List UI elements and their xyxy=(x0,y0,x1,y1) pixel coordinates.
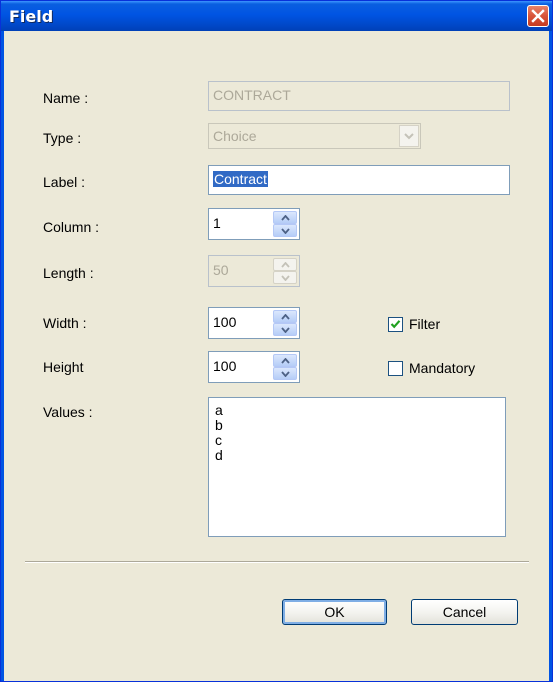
column-up-button[interactable] xyxy=(273,211,297,224)
chevron-down-icon xyxy=(404,133,414,140)
label-value: Contract xyxy=(213,171,268,187)
chevron-down-icon xyxy=(280,227,290,234)
mandatory-label: Mandatory xyxy=(409,360,476,376)
width-spin-buttons xyxy=(273,310,297,336)
type-select: Choice xyxy=(208,123,421,149)
name-field: CONTRACT xyxy=(208,81,510,111)
close-button[interactable] xyxy=(527,5,549,27)
field-dialog: Field Name : CONTRACT Type : Choice Labe… xyxy=(0,0,553,682)
name-value: CONTRACT xyxy=(213,87,291,103)
chevron-down-icon xyxy=(280,370,290,377)
height-stepper[interactable]: 100 xyxy=(208,351,300,383)
list-item: d xyxy=(215,447,223,463)
filter-checkbox-row[interactable]: Filter xyxy=(388,316,440,332)
window-title: Field xyxy=(9,7,54,26)
title-bar[interactable]: Field xyxy=(1,1,552,31)
window-right-border xyxy=(549,31,552,681)
mandatory-checkbox-row[interactable]: Mandatory xyxy=(388,360,475,376)
divider xyxy=(25,561,529,563)
column-value: 1 xyxy=(213,215,221,231)
column-stepper[interactable]: 1 xyxy=(208,208,300,240)
chevron-down-icon xyxy=(280,326,290,333)
values-textarea[interactable]: a b c d xyxy=(208,397,506,537)
filter-checkbox[interactable] xyxy=(388,316,403,332)
width-value: 100 xyxy=(213,314,237,330)
mandatory-checkbox[interactable] xyxy=(388,360,403,376)
width-stepper[interactable]: 100 xyxy=(208,307,300,339)
label-field[interactable]: Contract xyxy=(208,165,510,195)
cancel-button[interactable]: Cancel xyxy=(411,599,518,625)
width-up-button[interactable] xyxy=(273,310,297,323)
label-label: Label : xyxy=(43,174,86,190)
height-value: 100 xyxy=(213,358,237,374)
length-spin-buttons xyxy=(273,258,297,284)
type-label: Type : xyxy=(43,130,82,146)
column-spin-buttons xyxy=(273,211,297,237)
type-value: Choice xyxy=(213,128,257,144)
chevron-up-icon xyxy=(280,313,290,320)
ok-button[interactable]: OK xyxy=(282,599,387,625)
column-down-button[interactable] xyxy=(273,224,297,237)
list-item: c xyxy=(215,432,222,448)
chevron-up-icon xyxy=(280,261,290,268)
length-stepper: 50 xyxy=(208,255,300,287)
list-item: b xyxy=(215,417,223,433)
name-label: Name : xyxy=(43,90,89,106)
chevron-down-icon xyxy=(280,274,290,281)
length-up-button xyxy=(273,258,297,271)
width-label: Width : xyxy=(43,315,87,331)
chevron-up-icon xyxy=(280,357,290,364)
height-up-button[interactable] xyxy=(273,354,297,367)
height-label: Height xyxy=(43,359,84,375)
column-label: Column : xyxy=(43,219,100,235)
length-down-button xyxy=(273,271,297,284)
window-left-border xyxy=(1,31,4,681)
filter-label: Filter xyxy=(409,316,441,332)
height-down-button[interactable] xyxy=(273,367,297,380)
height-spin-buttons xyxy=(273,354,297,380)
length-label: Length : xyxy=(43,265,94,281)
width-down-button[interactable] xyxy=(273,323,297,336)
type-dropdown-button xyxy=(399,125,419,147)
length-value: 50 xyxy=(213,262,229,278)
close-icon xyxy=(531,9,545,23)
list-item: a xyxy=(215,402,223,418)
chevron-up-icon xyxy=(280,214,290,221)
checkmark-icon xyxy=(390,320,401,329)
values-label: Values : xyxy=(43,404,93,420)
